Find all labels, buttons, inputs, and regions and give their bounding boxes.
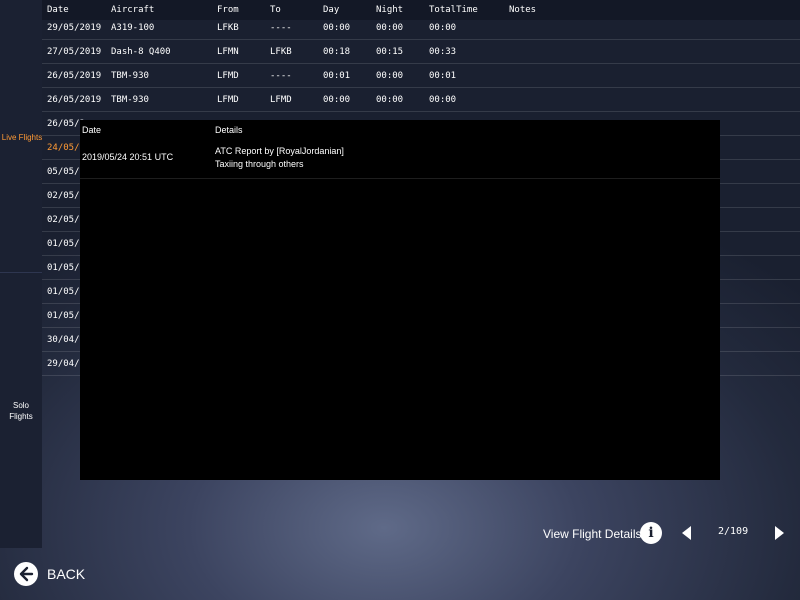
sidebar-divider (0, 272, 42, 273)
cell-from: LFMD (217, 95, 239, 105)
cell-date: 26/05/2019 (47, 71, 102, 81)
cell-to: ---- (270, 71, 292, 81)
table-row[interactable]: 26/05/2019 TBM-930 LFMD ---- 00:01 00:00… (42, 64, 800, 88)
cell-night: 00:00 (376, 71, 404, 81)
popup-header-date: Date (82, 125, 102, 135)
back-label: BACK (47, 566, 86, 582)
cell-day: 00:00 (323, 95, 351, 105)
column-header-day[interactable]: Day (323, 5, 339, 15)
column-header-total-time[interactable]: TotalTime (429, 5, 478, 15)
flight-details-popup: Date Details 2019/05/24 20:51 UTC ATC Re… (80, 120, 720, 480)
back-button[interactable]: BACK (14, 561, 94, 587)
cell-night: 00:00 (376, 95, 404, 105)
cell-day: 00:18 (323, 47, 351, 57)
chevron-right-icon[interactable] (775, 526, 784, 540)
cell-total-time: 00:00 (429, 95, 457, 105)
column-header-from[interactable]: From (217, 5, 239, 15)
popup-header-details: Details (215, 125, 243, 135)
cell-day: 00:00 (323, 23, 351, 33)
cell-total-time: 00:33 (429, 47, 457, 57)
popup-entry-date: 2019/05/24 20:51 UTC (82, 152, 174, 162)
sidebar-item-solo-flights[interactable]: Solo Flights (0, 400, 42, 422)
cell-from: LFMN (217, 47, 239, 57)
cell-aircraft: TBM-930 (111, 71, 149, 81)
cell-total-time: 00:00 (429, 23, 457, 33)
cell-aircraft: A319-100 (111, 23, 155, 33)
table-row[interactable]: 29/05/2019 A319-100 LFKB ---- 00:00 00:0… (42, 16, 800, 40)
cell-date: 29/05/2019 (47, 23, 102, 33)
back-arrow-icon (14, 562, 38, 586)
table-row[interactable]: 27/05/2019 Dash-8 Q400 LFMN LFKB 00:18 0… (42, 40, 800, 64)
page-indicator: 2/109 (718, 526, 749, 537)
cell-night: 00:00 (376, 23, 404, 33)
column-header-aircraft[interactable]: Aircraft (111, 5, 154, 15)
cell-night: 00:15 (376, 47, 404, 57)
column-header-to[interactable]: To (270, 5, 281, 15)
cell-total-time: 00:01 (429, 71, 457, 81)
column-header-date[interactable]: Date (47, 5, 69, 15)
sidebar-item-solo-line1: Solo (12, 401, 29, 410)
table-row[interactable]: 26/05/2019 TBM-930 LFMD LFMD 00:00 00:00… (42, 88, 800, 112)
view-flight-details-label[interactable]: View Flight Details (543, 527, 641, 541)
sidebar: Live Flights Solo Flights (0, 0, 42, 548)
sidebar-item-solo-line2: Flights (9, 412, 33, 421)
column-header-notes[interactable]: Notes (509, 5, 536, 15)
cell-date: 26/05/2019 (47, 95, 102, 105)
info-icon[interactable]: i (640, 522, 662, 544)
cell-to: LFKB (270, 47, 292, 57)
chevron-left-icon[interactable] (682, 526, 691, 540)
cell-to: LFMD (270, 95, 292, 105)
cell-date: 27/05/2019 (47, 47, 102, 57)
cell-aircraft: TBM-930 (111, 95, 149, 105)
cell-to: ---- (270, 23, 292, 33)
sidebar-item-live-flights[interactable]: Live Flights (0, 132, 44, 143)
popup-entry: 2019/05/24 20:51 UTC ATC Report by [Roya… (80, 142, 720, 179)
cell-from: LFKB (217, 23, 239, 33)
popup-entry-text: Taxiing through others (215, 159, 304, 169)
cell-from: LFMD (217, 71, 239, 81)
popup-entry-title: ATC Report by [RoyalJordanian] (215, 146, 344, 156)
cell-day: 00:01 (323, 71, 351, 81)
column-header-night[interactable]: Night (376, 5, 403, 15)
cell-aircraft: Dash-8 Q400 (111, 47, 171, 57)
